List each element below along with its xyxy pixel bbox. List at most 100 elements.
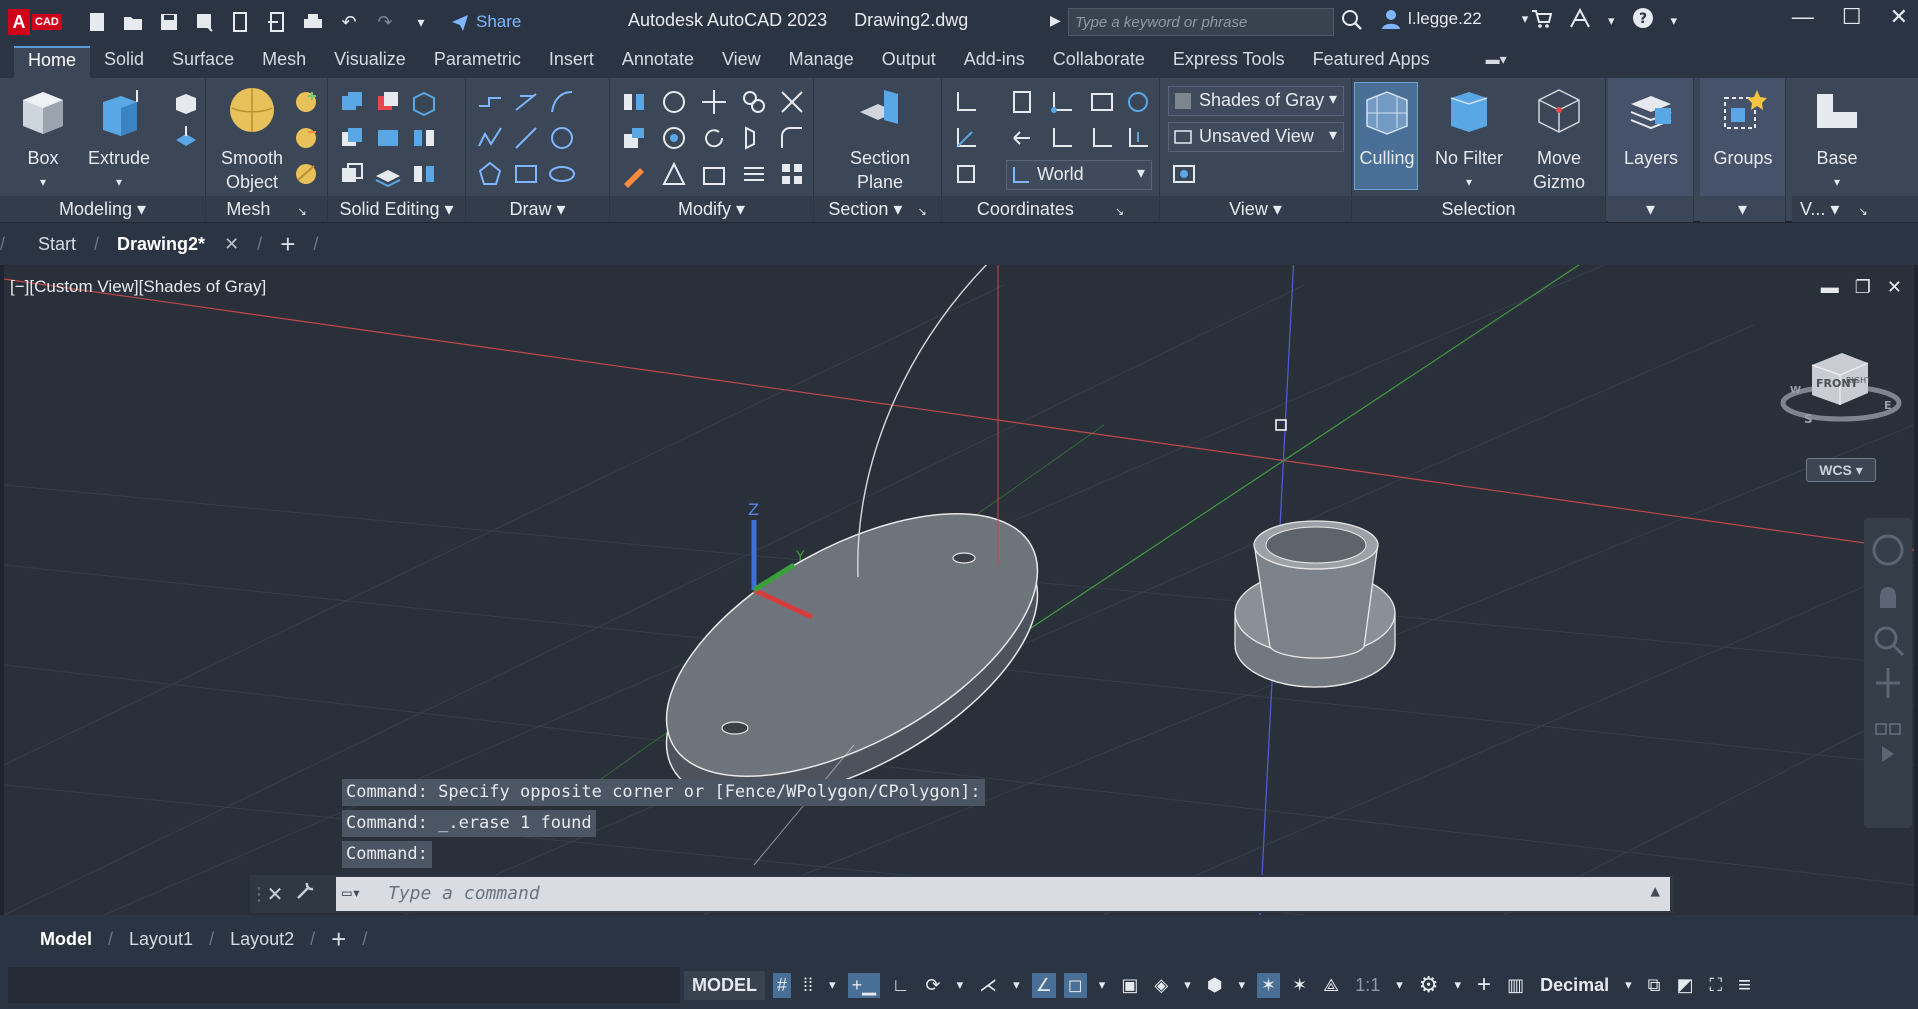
object-snap-tracking-icon[interactable]: ∠ (1031, 972, 1056, 998)
pan-icon[interactable] (1880, 587, 1896, 608)
viewport-controls-label[interactable]: [−][Custom View][Shades of Gray] (10, 277, 266, 297)
ucs-dropdown[interactable]: World (1006, 160, 1152, 190)
tab-annotate[interactable]: Annotate (608, 46, 708, 78)
new-icon[interactable] (84, 9, 110, 35)
cup-object[interactable] (1234, 520, 1396, 688)
annotation-scale-value[interactable]: 1:1 (1351, 973, 1384, 998)
move-icon[interactable] (700, 88, 728, 116)
shell-icon[interactable] (410, 160, 438, 188)
workspace-dropdown-icon[interactable]: ▾ (1451, 975, 1466, 995)
viewport-close-icon[interactable]: ✕ (1887, 277, 1902, 298)
panel-label-v[interactable]: V... ▾ ↘ (1792, 196, 1918, 222)
tab-mesh[interactable]: Mesh (248, 46, 320, 78)
annotation-visibility-icon[interactable]: ✶ (1256, 972, 1281, 998)
command-close-icon[interactable]: ✕ (260, 882, 290, 907)
ribbon-minimize-icon[interactable]: ▬▾ (1472, 46, 1521, 78)
lineweight-icon[interactable]: ▣ (1117, 973, 1142, 998)
panel-label-modify[interactable]: Modify ▾ (610, 196, 813, 222)
visual-style-dropdown[interactable]: Shades of Gray (1168, 86, 1344, 116)
intersect-icon[interactable] (338, 124, 366, 152)
tab-layout1[interactable]: Layout1 (113, 929, 209, 950)
tab-view[interactable]: View (708, 46, 775, 78)
ucs-x-icon[interactable] (1048, 124, 1076, 152)
save-as-icon[interactable] (192, 9, 218, 35)
redo-icon[interactable]: ↷ (372, 9, 398, 35)
units-dropdown-icon[interactable]: ▾ (1621, 975, 1636, 995)
groups-button[interactable]: Groups (1706, 86, 1780, 170)
tab-layout2[interactable]: Layout2 (214, 929, 310, 950)
title-expand-icon[interactable]: ▶ (1050, 12, 1061, 29)
box-button[interactable]: Box ▾ (6, 86, 80, 194)
panel-label-modeling[interactable]: Modeling ▾ (0, 196, 205, 222)
infer-constraints-icon[interactable]: +▁ (847, 972, 880, 998)
tab-solid[interactable]: Solid (90, 46, 158, 78)
tab-insert[interactable]: Insert (535, 46, 608, 78)
tab-collaborate[interactable]: Collaborate (1039, 46, 1159, 78)
plot-icon[interactable] (300, 9, 326, 35)
slice-icon[interactable] (338, 160, 366, 188)
helix-icon[interactable] (512, 88, 540, 116)
share-button[interactable]: Share (450, 12, 521, 32)
command-recent-icon[interactable]: ▭▾ (342, 883, 361, 902)
customize-qat-icon[interactable]: ▾ (408, 9, 434, 35)
viewport-restore-icon[interactable]: ❐ (1855, 277, 1871, 298)
rotate3d-icon[interactable] (660, 88, 688, 116)
cart-icon[interactable] (1530, 7, 1553, 35)
clean-screen-icon[interactable]: ⛶ (1706, 973, 1727, 998)
publish-icon[interactable] (228, 9, 254, 35)
tab-featured-apps[interactable]: Featured Apps (1299, 46, 1444, 78)
tab-parametric[interactable]: Parametric (420, 46, 535, 78)
copy-icon[interactable] (740, 88, 768, 116)
spline-icon[interactable] (476, 124, 504, 152)
trim-icon[interactable] (778, 88, 806, 116)
ucs-icon[interactable] (952, 88, 980, 116)
orbit-icon[interactable] (1876, 668, 1900, 698)
object-snap-icon[interactable]: ◻ (1063, 972, 1087, 998)
snap-icon[interactable]: ⁞⁞ (799, 973, 817, 998)
selection-dropdown-icon[interactable]: ▾ (1234, 975, 1249, 995)
command-input[interactable]: ▭▾ Type a command ▲ (336, 877, 1670, 911)
ucs-object-icon[interactable] (952, 160, 980, 188)
tab-surface[interactable]: Surface (158, 46, 248, 78)
units-icon[interactable]: ▥ (1503, 973, 1528, 998)
selection-cycling-icon[interactable]: ⬢ (1203, 973, 1227, 998)
new-tab-icon[interactable]: + (262, 229, 313, 260)
presspull-icon[interactable] (172, 88, 200, 116)
layers-expand-icon[interactable]: ▾ (1608, 196, 1693, 222)
subtract-icon[interactable] (374, 88, 402, 116)
tab-drawing2[interactable]: Drawing2* ✕ (99, 234, 257, 255)
annotation-scale-icon[interactable]: ⟁ (1319, 973, 1343, 998)
polygon-icon[interactable] (476, 160, 504, 188)
user-menu[interactable]: l.legge.22 ▾ (1380, 8, 1528, 30)
close-icon[interactable]: ✕ (1890, 4, 1908, 30)
graphics-performance-icon[interactable]: ◩ (1673, 973, 1698, 998)
smooth-object-button[interactable]: Smooth Object (212, 86, 292, 194)
layers-button[interactable]: Layers (1614, 86, 1688, 170)
annotation-monitor-icon[interactable]: + (1473, 969, 1495, 1001)
isodraft-dropdown-icon[interactable]: ▾ (1009, 975, 1024, 995)
polar-icon[interactable]: ⟳ (922, 973, 945, 998)
ucs-zaxis-icon[interactable] (1124, 124, 1152, 152)
grid-icon[interactable]: # (773, 972, 792, 998)
mirror3d-icon[interactable] (620, 88, 648, 116)
ucs-previous-icon[interactable] (1008, 124, 1036, 152)
tab-home[interactable]: Home (14, 46, 91, 78)
panel-label-coordinates[interactable]: Coordinates ↘ (942, 196, 1159, 222)
fillet-icon[interactable] (778, 124, 806, 152)
osnap-dropdown-icon[interactable]: ▾ (1095, 975, 1110, 995)
panel-groups[interactable]: Groups ▾ (1700, 78, 1786, 222)
showmotion-icon[interactable] (1875, 723, 1887, 735)
tab-output[interactable]: Output (868, 46, 950, 78)
solid-history-icon[interactable] (410, 88, 438, 116)
tab-model[interactable]: Model (24, 929, 108, 950)
help-icon[interactable]: ? (1631, 6, 1655, 36)
app-logo[interactable]: A CAD (8, 6, 76, 38)
3d-osnap-dropdown-icon[interactable]: ▾ (1180, 975, 1195, 995)
polar-dropdown-icon[interactable]: ▾ (953, 975, 968, 995)
panel-label-mesh[interactable]: Mesh ↘ (206, 196, 327, 222)
polysolid-icon[interactable] (172, 124, 200, 152)
base-button[interactable]: Base ▾ (1800, 86, 1874, 194)
offset-icon[interactable] (740, 160, 768, 188)
command-history-toggle-icon[interactable]: ▲ (1650, 881, 1660, 900)
minimize-icon[interactable]: — (1792, 4, 1814, 30)
